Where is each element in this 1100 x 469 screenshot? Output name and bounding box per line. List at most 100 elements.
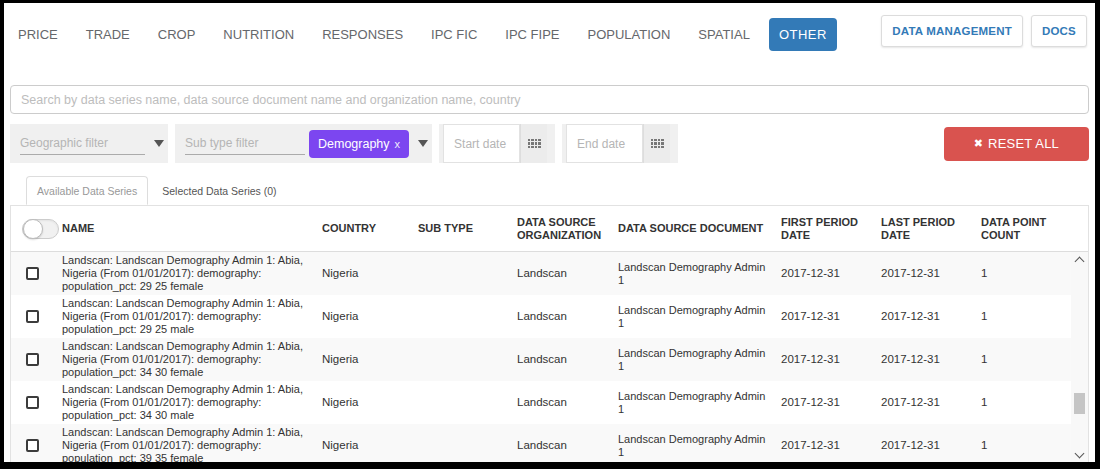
- cell-first-period-date: 2017-12-31: [770, 252, 870, 295]
- row-checkbox[interactable]: [26, 439, 39, 452]
- cell-first-period-date: 2017-12-31: [770, 424, 870, 462]
- scrollbar-thumb[interactable]: [1074, 393, 1085, 414]
- cell-last-period-date: 2017-12-31: [870, 424, 970, 462]
- page: PRICE TRADE CROP NUTRITION RESPONSES IPC FIC I…: [4, 3, 1095, 462]
- table-row: Landscan: Landscan Demography Admin 1: A…: [11, 338, 1088, 381]
- cell-data-source-organization: Landscan: [506, 252, 607, 295]
- nav-tab-trade[interactable]: TRADE: [86, 27, 130, 42]
- col-header-country[interactable]: COUNTRY: [311, 206, 407, 251]
- end-date-calendar-button[interactable]: [643, 124, 670, 163]
- cell-data-source-organization: Landscan: [506, 381, 607, 424]
- top-nav: PRICE TRADE CROP NUTRITION RESPONSES IPC FIC I…: [4, 3, 1095, 52]
- col-header-sub-type[interactable]: SUB TYPE: [407, 206, 506, 251]
- nav-tab-ipc-fipe[interactable]: IPC FIPE: [505, 27, 559, 42]
- cell-data-source-document: Landscan Demography Admin 1: [607, 424, 770, 462]
- row-checkbox[interactable]: [26, 267, 39, 280]
- cell-data-point-count: 1: [970, 424, 1058, 462]
- cell-name: Landscan: Landscan Demography Admin 1: A…: [51, 338, 311, 381]
- cell-data-source-organization: Landscan: [506, 295, 607, 338]
- table-row: Landscan: Landscan Demography Admin 1: A…: [11, 424, 1088, 462]
- start-date-input[interactable]: [443, 124, 520, 163]
- cell-country: Nigeria: [311, 424, 407, 462]
- tab-selected-data-series[interactable]: Selected Data Series (0): [148, 176, 290, 205]
- nav-tab-nutrition[interactable]: NUTRITION: [223, 27, 294, 42]
- nav-tab-price[interactable]: PRICE: [18, 27, 58, 42]
- cell-data-source-document: Landscan Demography Admin 1: [607, 252, 770, 295]
- row-checkbox-cell: [11, 252, 51, 295]
- subtype-filter-group: Demography x: [175, 124, 432, 163]
- nav-tab-spatial[interactable]: SPATIAL: [698, 27, 750, 42]
- nav-tab-crop[interactable]: CROP: [158, 27, 196, 42]
- chip-remove-icon[interactable]: x: [395, 138, 401, 150]
- scroll-up-icon[interactable]: [1075, 257, 1085, 267]
- cell-data-source-organization: Landscan: [506, 338, 607, 381]
- row-checkbox[interactable]: [26, 396, 39, 409]
- cell-sub-type: [407, 295, 506, 338]
- cell-data-point-count: 1: [970, 381, 1058, 424]
- row-checkbox[interactable]: [26, 310, 39, 323]
- cell-first-period-date: 2017-12-31: [770, 295, 870, 338]
- row-checkbox[interactable]: [26, 353, 39, 366]
- col-header-last-period-date[interactable]: LAST PERIOD DATE: [870, 206, 970, 251]
- calendar-grid-icon: [528, 139, 541, 148]
- nav-tab-ipc-fic[interactable]: IPC FIC: [431, 27, 477, 42]
- end-date-input[interactable]: [566, 124, 643, 163]
- search-bar: [10, 85, 1089, 114]
- cell-country: Nigeria: [311, 338, 407, 381]
- table-row: Landscan: Landscan Demography Admin 1: A…: [11, 252, 1088, 295]
- subtype-filter-input[interactable]: [185, 133, 305, 155]
- data-series-table: NAME COUNTRY SUB TYPE DATA SOURCE ORGANI…: [10, 205, 1089, 462]
- geographic-filter-input[interactable]: [20, 133, 145, 155]
- reset-all-button[interactable]: ✖ RESET ALL: [944, 127, 1089, 161]
- docs-button[interactable]: DOCS: [1031, 15, 1087, 47]
- chip-label: Demography: [318, 137, 390, 151]
- cell-sub-type: [407, 424, 506, 462]
- table-body: Landscan: Landscan Demography Admin 1: A…: [11, 252, 1088, 462]
- nav-tab-other[interactable]: OTHER: [769, 18, 837, 51]
- end-date-group: [562, 124, 678, 163]
- data-management-button[interactable]: DATA MANAGEMENT: [881, 15, 1023, 47]
- cell-data-source-document: Landscan Demography Admin 1: [607, 381, 770, 424]
- cell-first-period-date: 2017-12-31: [770, 381, 870, 424]
- cell-first-period-date: 2017-12-31: [770, 338, 870, 381]
- start-date-group: [439, 124, 555, 163]
- cell-data-source-document: Landscan Demography Admin 1: [607, 295, 770, 338]
- cell-name: Landscan: Landscan Demography Admin 1: A…: [51, 381, 311, 424]
- select-all-toggle[interactable]: [22, 219, 59, 239]
- cell-sub-type: [407, 338, 506, 381]
- cell-last-period-date: 2017-12-31: [870, 252, 970, 295]
- cell-last-period-date: 2017-12-31: [870, 338, 970, 381]
- cell-name: Landscan: Landscan Demography Admin 1: A…: [51, 252, 311, 295]
- x-icon: ✖: [974, 137, 983, 150]
- col-header-data-source-document[interactable]: DATA SOURCE DOCUMENT: [607, 206, 770, 251]
- table-header: NAME COUNTRY SUB TYPE DATA SOURCE ORGANI…: [11, 206, 1088, 252]
- scroll-down-icon[interactable]: [1075, 449, 1085, 459]
- row-checkbox-cell: [11, 338, 51, 381]
- subtype-chip-demography[interactable]: Demography x: [309, 130, 409, 158]
- table-row: Landscan: Landscan Demography Admin 1: A…: [11, 381, 1088, 424]
- cell-country: Nigeria: [311, 295, 407, 338]
- tab-available-data-series[interactable]: Available Data Series: [26, 176, 148, 205]
- col-header-first-period-date[interactable]: FIRST PERIOD DATE: [770, 206, 870, 251]
- reset-all-label: RESET ALL: [988, 136, 1059, 151]
- cell-name: Landscan: Landscan Demography Admin 1: A…: [51, 424, 311, 462]
- toggle-knob: [23, 219, 43, 239]
- col-header-data-source-organization[interactable]: DATA SOURCE ORGANIZATION: [506, 206, 607, 251]
- cell-last-period-date: 2017-12-31: [870, 381, 970, 424]
- col-header-data-point-count[interactable]: DATA POINT COUNT: [970, 206, 1058, 251]
- table-row: Landscan: Landscan Demography Admin 1: A…: [11, 295, 1088, 338]
- cell-sub-type: [407, 381, 506, 424]
- row-checkbox-cell: [11, 424, 51, 462]
- col-header-name[interactable]: NAME: [51, 206, 311, 251]
- chevron-down-icon[interactable]: [154, 140, 164, 147]
- row-checkbox-cell: [11, 381, 51, 424]
- search-input[interactable]: [10, 85, 1089, 114]
- cell-country: Nigeria: [311, 252, 407, 295]
- header-toggle-cell: [11, 206, 51, 251]
- geographic-filter-group: [10, 124, 168, 163]
- start-date-calendar-button[interactable]: [520, 124, 547, 163]
- vertical-scrollbar[interactable]: [1071, 252, 1088, 462]
- nav-tab-population[interactable]: POPULATION: [587, 27, 670, 42]
- chevron-down-icon[interactable]: [418, 140, 428, 147]
- nav-tab-responses[interactable]: RESPONSES: [322, 27, 403, 42]
